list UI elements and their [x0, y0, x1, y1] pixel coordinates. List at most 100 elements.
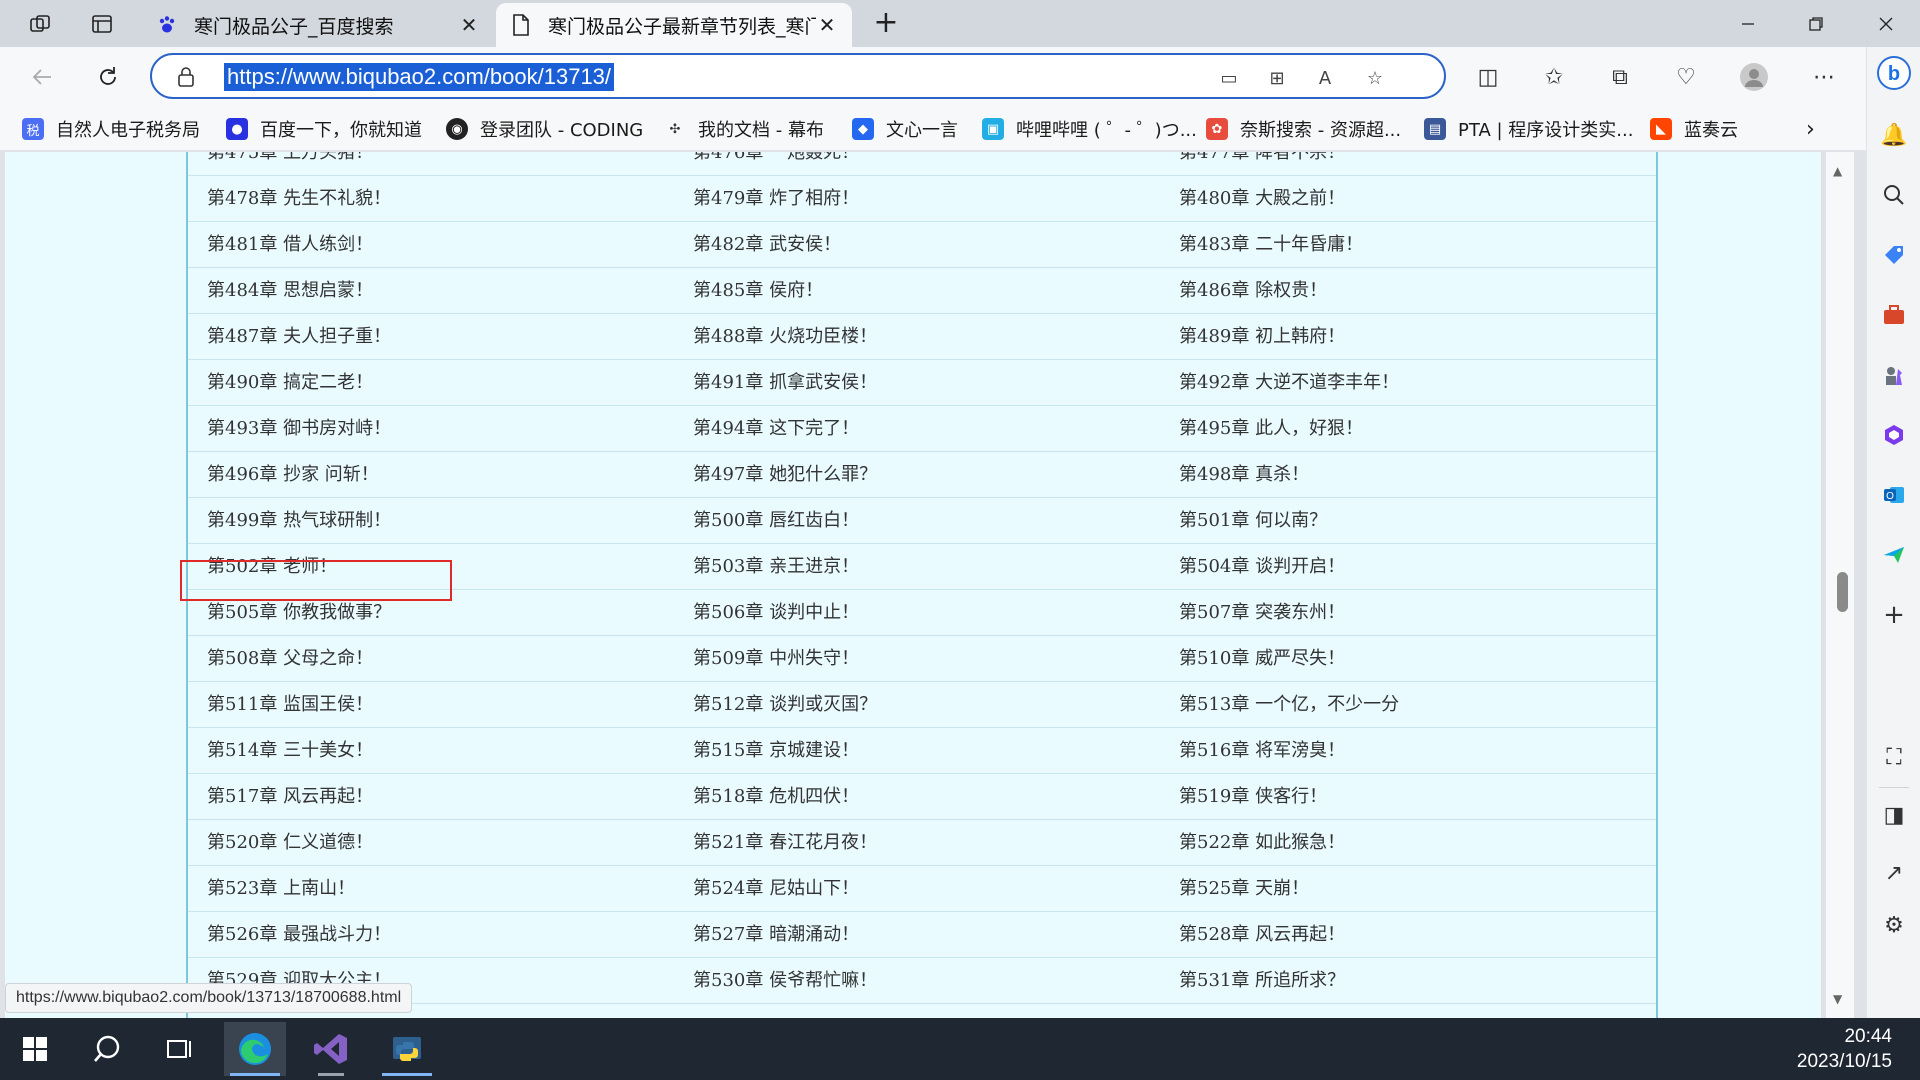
chapter-link[interactable]: 第510章 威严尽失！ — [1179, 636, 1345, 682]
drop-send-icon[interactable] — [1876, 537, 1912, 573]
system-clock[interactable]: 20:44 2023/10/15 — [1797, 1024, 1892, 1074]
read-aloud-icon[interactable]: A — [1312, 65, 1338, 91]
outlook-icon[interactable]: O — [1876, 477, 1912, 513]
settings-gear-icon[interactable]: ⚙ — [1876, 907, 1912, 943]
chapter-link[interactable]: 第492章 大逆不道李丰年！ — [1179, 360, 1399, 406]
chapter-link[interactable]: 第521章 春江花月夜！ — [693, 820, 877, 866]
chapter-link[interactable]: 第478章 先生不礼貌！ — [207, 176, 391, 222]
refresh-icon[interactable] — [88, 57, 128, 97]
microsoft-365-icon[interactable] — [1876, 417, 1912, 453]
open-external-icon[interactable]: ↗ — [1876, 855, 1912, 891]
lock-icon[interactable] — [176, 65, 196, 93]
tab-baidu-search[interactable]: 寒门极品公子_百度搜索 ✕ — [142, 3, 494, 47]
chapter-link[interactable]: 第498章 真杀！ — [1179, 452, 1309, 498]
close-tab-icon[interactable]: ✕ — [816, 13, 838, 37]
bookmark-item[interactable]: ✣ 我的文档 - 幕布 — [664, 117, 824, 141]
bookmark-item[interactable]: ● 百度一下，你就知道 — [226, 117, 422, 141]
chapter-link[interactable]: 第496章 抄家 问斩！ — [207, 452, 379, 498]
collections-icon[interactable]: ⧉ — [1600, 57, 1640, 97]
search-icon[interactable] — [76, 1022, 138, 1076]
chapter-link[interactable]: 第526章 最强战斗力！ — [207, 912, 391, 958]
bookmark-item[interactable]: ◆ 文心一言 — [852, 117, 958, 141]
chapter-link[interactable]: 第477章 降者不杀！ — [1179, 152, 1345, 176]
tab-chapter-list[interactable]: 寒门极品公子最新章节列表_寒门 ✕ — [496, 3, 852, 47]
notifications-bell-icon[interactable]: 🔔 — [1876, 117, 1912, 153]
chapter-link[interactable]: 第491章 抓拿武安侯！ — [693, 360, 877, 406]
restore-button[interactable] — [1782, 0, 1850, 47]
chapter-link[interactable]: 第504章 谈判开启！ — [1179, 544, 1345, 590]
chapter-link[interactable]: 第508章 父母之命！ — [207, 636, 373, 682]
search-icon[interactable] — [1876, 177, 1912, 213]
chapter-link[interactable]: 第515章 京城建设！ — [693, 728, 859, 774]
close-window-button[interactable] — [1852, 0, 1920, 47]
chapter-link[interactable]: 第506章 谈判中止！ — [693, 590, 859, 636]
chapter-link[interactable]: 第507章 突袭东州！ — [1179, 590, 1345, 636]
app-available-icon[interactable]: ⊞ — [1264, 65, 1290, 91]
chapter-link[interactable]: 第514章 三十美女！ — [207, 728, 373, 774]
new-tab-button[interactable]: + — [866, 6, 906, 42]
workspaces-icon[interactable] — [18, 6, 62, 42]
chapter-link[interactable]: 第497章 她犯什么罪？ — [693, 452, 877, 498]
chapter-link[interactable]: 第499章 热气球研制！ — [207, 498, 391, 544]
chapter-link[interactable]: 第527章 暗潮涌动！ — [693, 912, 859, 958]
chapter-link[interactable]: 第479章 炸了相府！ — [693, 176, 859, 222]
chapter-link[interactable]: 第495章 此人，好狠！ — [1179, 406, 1363, 452]
chapter-link[interactable]: 第523章 上南山！ — [207, 866, 355, 912]
scroll-up-icon[interactable]: ▲ — [1833, 164, 1842, 178]
chapter-link[interactable]: 第494章 这下完了！ — [693, 406, 859, 452]
chapter-link[interactable]: 第519章 侠客行！ — [1179, 774, 1327, 820]
chapter-link[interactable]: 第531章 所追所求？ — [1179, 958, 1345, 1004]
chapter-link[interactable]: 第500章 唇红齿白！ — [693, 498, 859, 544]
vertical-tabs-icon[interactable] — [80, 6, 124, 42]
chapter-link[interactable]: 第488章 火烧功臣楼！ — [693, 314, 877, 360]
chapter-link[interactable]: 第528章 风云再起！ — [1179, 912, 1345, 958]
bookmark-item[interactable]: 税自然人电子税务局 — [22, 117, 200, 141]
chapter-link[interactable]: 第530章 侯爷帮忙嘛！ — [693, 958, 877, 1004]
back-icon[interactable] — [22, 57, 62, 97]
favorite-star-icon[interactable]: ☆ — [1362, 65, 1388, 91]
games-chess-icon[interactable] — [1876, 357, 1912, 393]
browser-essentials-icon[interactable]: ♡ — [1666, 57, 1706, 97]
visual-studio-icon[interactable] — [300, 1022, 362, 1076]
bing-copilot-icon[interactable]: b — [1876, 55, 1912, 91]
chapter-link[interactable]: 第520章 仁义道德！ — [207, 820, 373, 866]
chapter-link[interactable]: 第476章 一炮轰死！ — [693, 152, 859, 176]
chapter-link[interactable]: 第511章 监国王侯！ — [207, 682, 373, 728]
bookmark-item[interactable]: ▤ PTA | 程序设计类实... — [1424, 117, 1633, 141]
chapter-link[interactable]: 第484章 思想启蒙！ — [207, 268, 373, 314]
chapter-link[interactable]: 第485章 侯府！ — [693, 268, 823, 314]
chapter-link[interactable]: 第522章 如此猴急！ — [1179, 820, 1345, 866]
screenshot-icon[interactable]: ⛶ — [1876, 739, 1912, 775]
task-view-icon[interactable] — [148, 1022, 210, 1076]
bookmarks-overflow-chevron-icon[interactable]: › — [1806, 117, 1815, 142]
chapter-link[interactable]: 第525章 天崩！ — [1179, 866, 1309, 912]
chapter-link[interactable]: 第483章 二十年昏庸！ — [1179, 222, 1363, 268]
chapter-link[interactable]: 第513章 一个亿，不少一分 — [1179, 682, 1399, 728]
page-scrollbar[interactable]: ▲ ▼ — [1826, 152, 1854, 1018]
close-tab-icon[interactable]: ✕ — [458, 13, 480, 37]
chapter-link[interactable]: 第509章 中州失守！ — [693, 636, 859, 682]
chapter-link[interactable]: 第516章 将军滂臭！ — [1179, 728, 1345, 774]
favorites-icon[interactable]: ✩ — [1534, 57, 1574, 97]
minimize-button[interactable] — [1714, 0, 1782, 47]
chapter-link[interactable]: 第480章 大殿之前！ — [1179, 176, 1345, 222]
bookmark-item[interactable]: ✿ 奈斯搜索 - 资源超... — [1206, 117, 1401, 141]
more-menu-icon[interactable]: ⋯ — [1804, 57, 1844, 97]
edge-taskbar-icon[interactable] — [224, 1022, 286, 1076]
address-bar[interactable]: https://www.biqubao2.com/book/13713/ ▭ ⊞… — [150, 53, 1446, 99]
bookmark-item[interactable]: ▣ 哔哩哔哩 ( ゜- ゜)つ... — [982, 117, 1197, 141]
chapter-link[interactable]: 第475章 上万头猪！ — [207, 152, 373, 176]
scroll-down-icon[interactable]: ▼ — [1833, 992, 1842, 1006]
chapter-link[interactable]: 第489章 初上韩府！ — [1179, 314, 1345, 360]
chapter-link[interactable]: 第503章 亲王进京！ — [693, 544, 859, 590]
device-icon[interactable]: ▭ — [1216, 65, 1242, 91]
bookmark-item[interactable]: ◉ 登录团队 - CODING — [446, 117, 643, 141]
shopping-tag-icon[interactable] — [1876, 237, 1912, 273]
chapter-link[interactable]: 第486章 除权贵！ — [1179, 268, 1327, 314]
chapter-link[interactable]: 第481章 借人练剑！ — [207, 222, 373, 268]
chapter-link[interactable]: 第493章 御书房对峙！ — [207, 406, 391, 452]
add-sidebar-app-icon[interactable]: + — [1876, 597, 1912, 633]
chapter-link[interactable]: 第517章 风云再起！ — [207, 774, 373, 820]
tools-briefcase-icon[interactable] — [1876, 297, 1912, 333]
url-text[interactable]: https://www.biqubao2.com/book/13713/ — [224, 63, 615, 91]
